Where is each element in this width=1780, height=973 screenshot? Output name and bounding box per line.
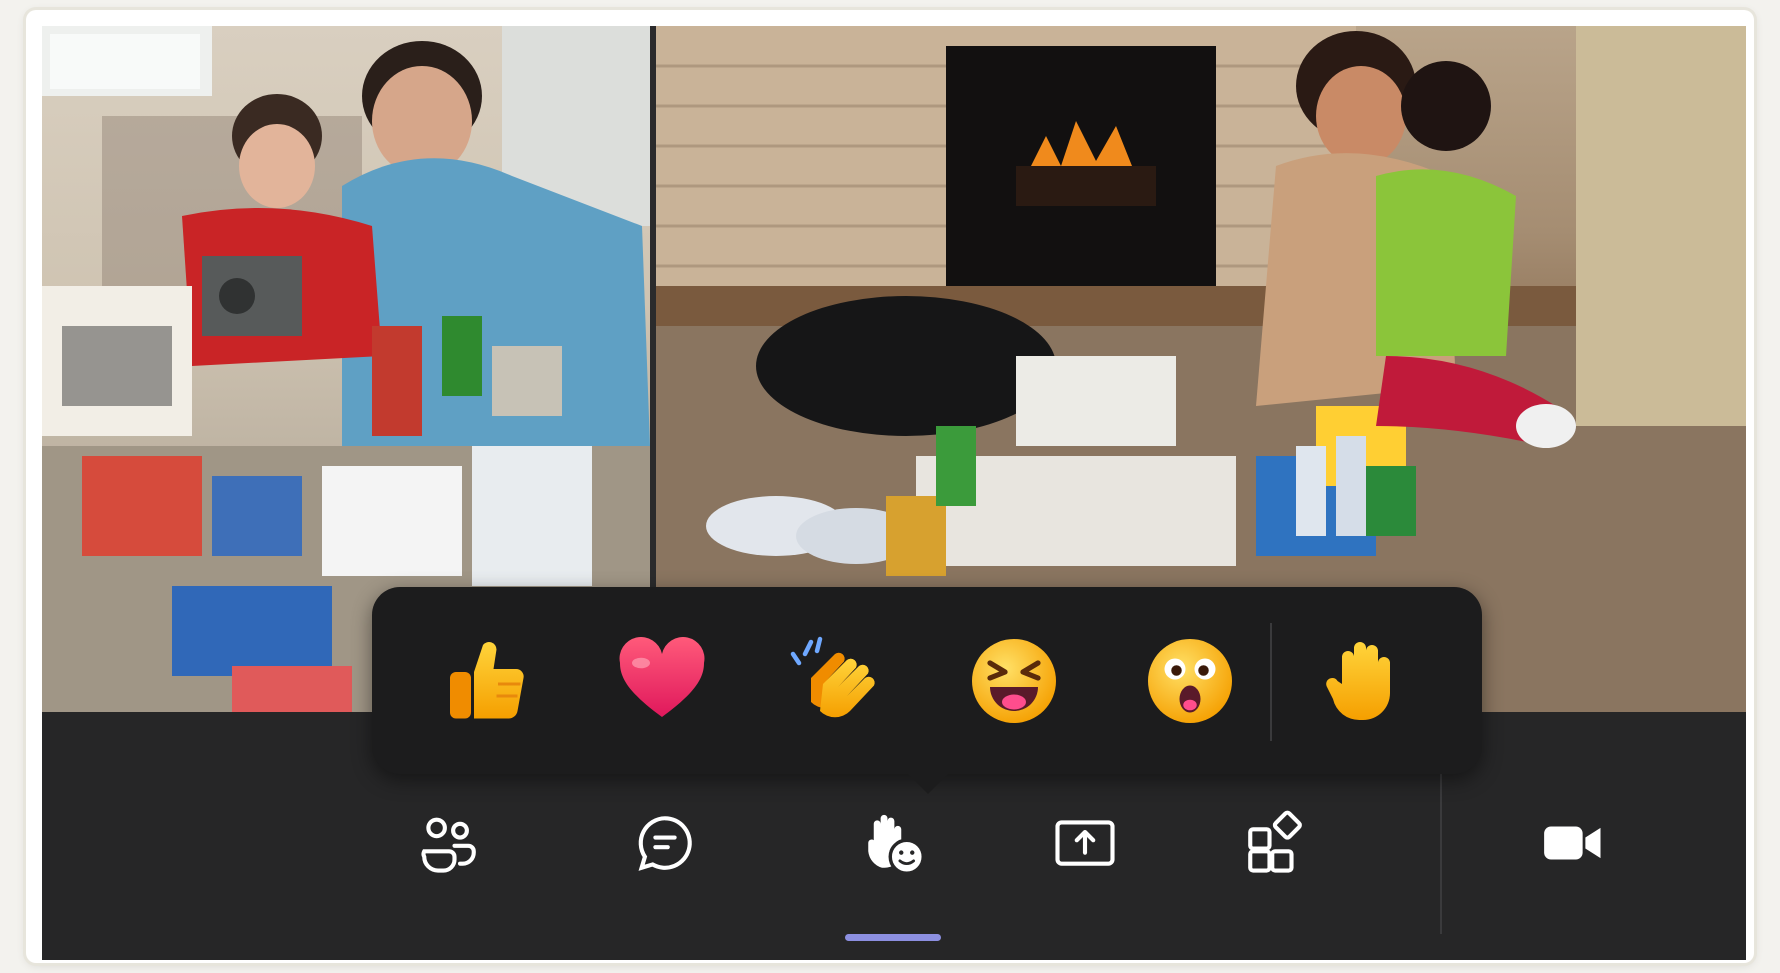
apps-button[interactable] xyxy=(1230,798,1320,888)
camera-button[interactable] xyxy=(1528,798,1618,888)
reaction-surprised[interactable] xyxy=(1134,625,1246,737)
laughing-face-icon xyxy=(972,639,1056,723)
toolbar-divider xyxy=(1440,752,1442,934)
flyout-pointer xyxy=(906,772,950,794)
meeting-stage xyxy=(42,26,1746,960)
share-screen-icon xyxy=(1055,820,1115,866)
camera-icon xyxy=(1544,826,1601,860)
heart-icon xyxy=(619,637,705,717)
reaction-raise-hand[interactable] xyxy=(1310,625,1422,737)
react-icon xyxy=(868,814,925,875)
reaction-applause[interactable] xyxy=(782,625,894,737)
apps-icon xyxy=(1248,810,1302,873)
surprised-face-icon xyxy=(1148,639,1232,723)
react-active-indicator xyxy=(845,934,941,941)
reaction-laugh[interactable] xyxy=(958,625,1070,737)
chat-icon xyxy=(638,816,692,871)
react-button[interactable] xyxy=(848,798,938,888)
people-button[interactable] xyxy=(404,798,494,888)
raised-hand-icon xyxy=(1326,642,1390,721)
share-button[interactable] xyxy=(1040,798,1130,888)
reactions-flyout xyxy=(372,587,1482,774)
chat-button[interactable] xyxy=(620,798,710,888)
clapping-hands-icon xyxy=(790,636,875,718)
thumbs-up-icon xyxy=(450,642,524,719)
reaction-love[interactable] xyxy=(606,625,718,737)
people-icon xyxy=(421,817,476,873)
flyout-divider xyxy=(1270,623,1272,741)
reaction-like[interactable] xyxy=(430,625,542,737)
